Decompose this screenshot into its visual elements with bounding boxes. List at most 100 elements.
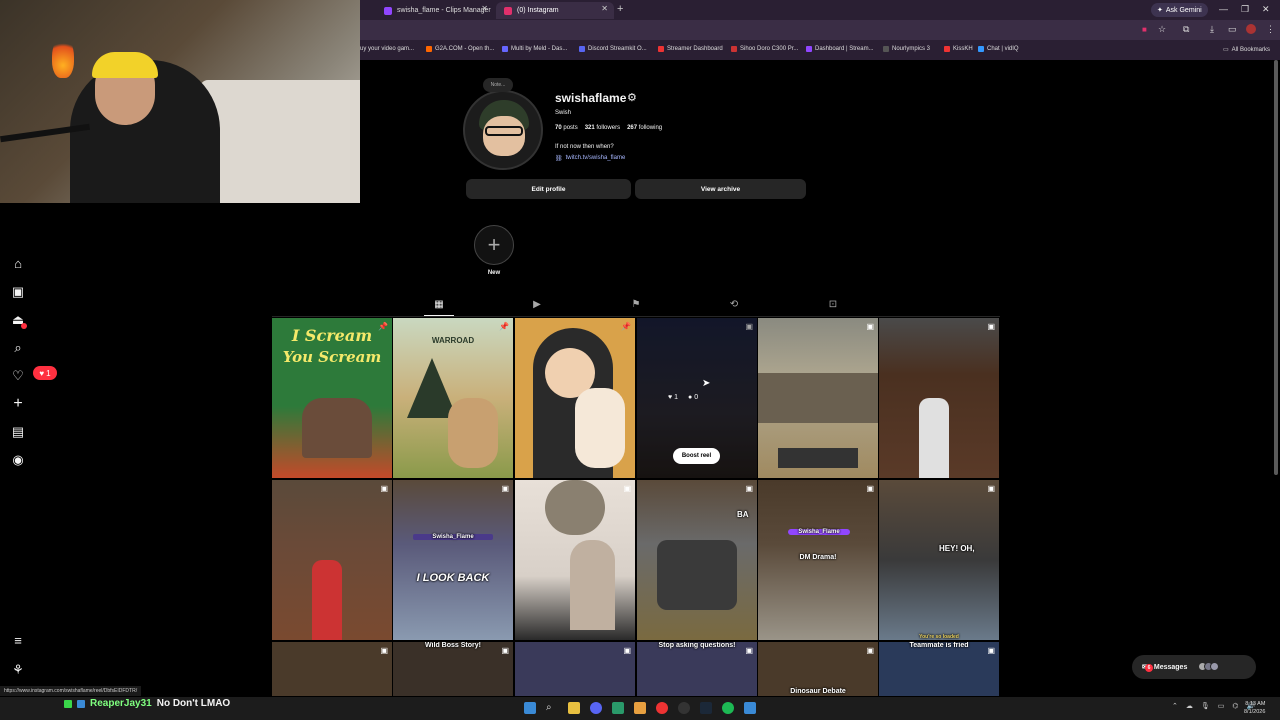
- grid-post[interactable]: ▣: [272, 480, 392, 640]
- windows-start-icon[interactable]: [524, 702, 536, 714]
- chrome-icon[interactable]: [656, 702, 668, 714]
- heart-icon[interactable]: ♡: [10, 368, 26, 384]
- grid-post[interactable]: BA ▣: [637, 480, 757, 640]
- reel-icon: ▣: [866, 646, 874, 655]
- minimize-icon[interactable]: —: [1219, 4, 1228, 14]
- grid-post[interactable]: Swisha_Flame DM Drama! ▣: [758, 480, 878, 640]
- close-window-icon[interactable]: ✕: [1262, 4, 1270, 15]
- bookmark-item[interactable]: KissKH: [944, 46, 973, 52]
- messages-button[interactable]: ✉ 6 Messages: [1132, 655, 1256, 679]
- file-explorer-icon[interactable]: [568, 702, 580, 714]
- taskbar-clock[interactable]: 8:13 AM 8/1/2026: [1244, 700, 1265, 716]
- profile-link[interactable]: ⛓ twitch.tv/swisha_flame: [555, 155, 625, 162]
- tab-saved-bookmark-icon[interactable]: ⚑: [629, 298, 643, 312]
- reels-icon[interactable]: ▣: [10, 284, 26, 300]
- view-archive-button[interactable]: View archive: [635, 179, 806, 199]
- flame-lamp-icon: [52, 36, 74, 78]
- tab-reels-icon[interactable]: ▶: [530, 298, 544, 312]
- bookmark-item[interactable]: Discord Streamkit O...: [579, 46, 647, 52]
- bookmark-favicon-icon: [579, 46, 585, 52]
- extension-icon[interactable]: ■: [1142, 25, 1147, 34]
- search-icon[interactable]: ⌕: [546, 702, 558, 714]
- obs-icon[interactable]: [678, 702, 690, 714]
- steam-icon[interactable]: [700, 702, 712, 714]
- app-icon[interactable]: [744, 702, 756, 714]
- home-icon[interactable]: ⌂: [10, 256, 26, 272]
- download-icon[interactable]: ⤓: [1210, 24, 1214, 35]
- bookmark-item[interactable]: G2A.COM - Open th...: [426, 46, 494, 52]
- grid-post[interactable]: Dinosaur Debate ▣: [758, 642, 878, 696]
- bookmark-item[interactable]: Streamer Dashboard: [658, 46, 723, 52]
- bookmark-favicon-icon: [426, 46, 432, 52]
- grid-post[interactable]: ▣: [758, 318, 878, 478]
- page-scrollbar[interactable]: [1274, 60, 1278, 475]
- following-stat[interactable]: 267 following: [627, 125, 662, 131]
- note-bubble[interactable]: Note...: [483, 78, 513, 92]
- close-tab-icon[interactable]: ✕: [601, 4, 608, 13]
- grid-post[interactable]: Swisha_Flame I LOOK BACK ▣: [393, 480, 513, 640]
- grid-post[interactable]: 📌: [515, 318, 635, 478]
- all-bookmarks[interactable]: ▭ All Bookmarks: [1223, 46, 1270, 54]
- twitch-name-badge: Swisha_Flame: [413, 534, 493, 540]
- edit-profile-button[interactable]: Edit profile: [466, 179, 631, 199]
- bookmark-item[interactable]: Multi by Meld - Das...: [502, 46, 567, 52]
- bookmark-item[interactable]: Nourlympics 3: [883, 46, 930, 52]
- reel-icon: ▣: [987, 646, 995, 655]
- bookmark-item[interactable]: Dashboard | Stream...: [806, 46, 874, 52]
- profile-nav-avatar[interactable]: ◉: [10, 452, 26, 468]
- display-icon[interactable]: ▭: [1218, 702, 1225, 710]
- bookmark-item[interactable]: Chat | vidIQ: [978, 46, 1019, 52]
- profile-avatar[interactable]: [1246, 24, 1256, 34]
- new-highlight-button[interactable]: +: [474, 225, 514, 265]
- sidebar-icon[interactable]: ▭: [1228, 24, 1237, 35]
- puzzle-icon[interactable]: ⧉: [1183, 24, 1189, 35]
- tab-tagged-icon[interactable]: ⊡: [826, 298, 840, 312]
- bookmark-item[interactable]: Sihoo Doro C300 Pr...: [731, 46, 798, 52]
- reel-icon: ▣: [987, 322, 995, 331]
- bookmark-item[interactable]: uy your video gam...: [360, 46, 414, 52]
- app-icon[interactable]: [612, 702, 624, 714]
- search-icon[interactable]: ⌕: [10, 340, 26, 356]
- spotify-icon[interactable]: [722, 702, 734, 714]
- grid-post[interactable]: ▣: [515, 642, 635, 696]
- profile-avatar[interactable]: [463, 90, 543, 170]
- dashboard-icon[interactable]: ▤: [10, 424, 26, 440]
- tab-reposts-icon[interactable]: ⟲: [727, 298, 741, 312]
- tab-clips-manager[interactable]: swisha_flame - Clips Manager ✕: [376, 2, 494, 19]
- grid-post[interactable]: HEY! OH, You're so loaded ▣: [879, 480, 999, 640]
- grid-post[interactable]: ▣: [879, 318, 999, 478]
- grid-post[interactable]: Stop asking questions! ▣: [637, 642, 757, 696]
- post-caption: Stop asking questions!: [658, 642, 736, 649]
- chevron-up-icon[interactable]: ⌃: [1172, 702, 1178, 710]
- star-icon[interactable]: ☆: [1158, 24, 1166, 35]
- grid-post[interactable]: ▣: [515, 480, 635, 640]
- cloud-icon[interactable]: ☁: [1186, 702, 1193, 710]
- create-icon[interactable]: +: [10, 396, 26, 412]
- grid-post[interactable]: ▣: [272, 642, 392, 696]
- apps-icon[interactable]: ⚘: [10, 662, 26, 678]
- boost-reel-button[interactable]: Boost reel: [673, 448, 720, 464]
- close-tab-icon[interactable]: ✕: [481, 4, 488, 13]
- post-caption: You're so loaded: [919, 634, 959, 640]
- reel-icon: ▣: [745, 646, 753, 655]
- settings-gear-icon[interactable]: ⚙: [627, 91, 637, 104]
- discord-icon[interactable]: [590, 702, 602, 714]
- followers-stat[interactable]: 321 followers: [585, 125, 620, 131]
- restore-icon[interactable]: ❐: [1241, 4, 1249, 15]
- more-menu-icon[interactable]: ≡: [10, 633, 26, 649]
- folder-icon: ▭: [1223, 47, 1229, 53]
- tab-posts-grid-icon[interactable]: ▦: [432, 298, 446, 312]
- ask-gemini-button[interactable]: ✦ Ask Gemini: [1151, 3, 1208, 17]
- grid-post[interactable]: I Scream You Scream 📌: [272, 318, 392, 478]
- mouse-cursor-icon: ➤: [702, 378, 711, 389]
- grid-post[interactable]: Wild Boss Story! ▣: [393, 642, 513, 696]
- more-menu-icon[interactable]: ⋮: [1266, 24, 1275, 35]
- grid-post[interactable]: WARROAD 📌: [393, 318, 513, 478]
- grid-post[interactable]: Teammate is fried ▣: [879, 642, 999, 696]
- tab-instagram[interactable]: (0) Instagram ✕: [496, 2, 614, 19]
- mic-icon[interactable]: 🎙: [1201, 702, 1210, 710]
- network-icon[interactable]: ⌬: [1232, 702, 1238, 710]
- new-tab-button[interactable]: +: [617, 3, 623, 15]
- comment-icon: ●: [688, 394, 693, 401]
- app-icon[interactable]: [634, 702, 646, 714]
